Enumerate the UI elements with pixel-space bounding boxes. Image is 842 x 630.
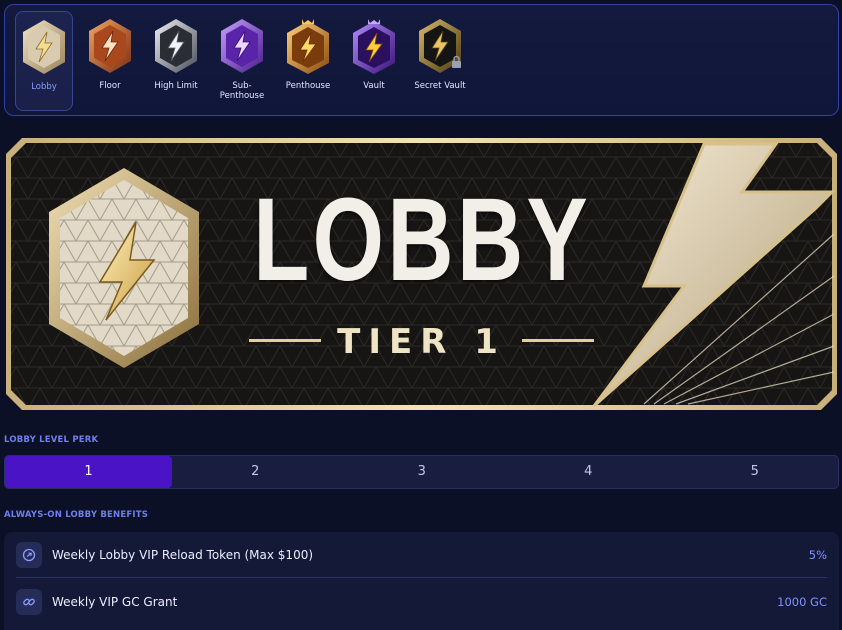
tier-label: Sub-Penthouse (219, 81, 265, 101)
benefit-label: Weekly VIP GC Grant (52, 595, 178, 609)
tier-selector: Lobby Floor High Limit Sub-Penthouse Pen… (4, 4, 839, 116)
floor-badge-icon (89, 19, 131, 73)
benefit-value: 5% (808, 547, 827, 562)
perk-section-heading: LOBBY LEVEL PERK (4, 435, 99, 445)
lobby-badge-icon (23, 20, 65, 74)
tier-lobby[interactable]: Lobby (15, 11, 73, 111)
sub-penthouse-badge-icon (221, 19, 263, 73)
tier-label: Secret Vault (414, 81, 466, 91)
tier-penthouse[interactable]: Penthouse (279, 11, 337, 111)
perk-tab-4[interactable]: 4 (505, 456, 672, 488)
tier-label: Floor (99, 81, 121, 91)
perk-tab-2[interactable]: 2 (172, 456, 339, 488)
tier-sub-penthouse[interactable]: Sub-Penthouse (213, 11, 271, 111)
benefit-value: 1000 GC (777, 595, 827, 609)
perk-tab-3[interactable]: 3 (339, 456, 506, 488)
subtitle-rule-left (249, 339, 322, 342)
tier-floor[interactable]: Floor (81, 11, 139, 111)
list-item: Weekly VIP GC Grant 1000 GC (16, 579, 827, 625)
perk-tab-1[interactable]: 1 (5, 456, 172, 488)
banner-subtitle-text: TIER 1 (337, 322, 506, 362)
vault-badge-icon (353, 19, 395, 74)
reload-token-icon (16, 541, 42, 568)
banner-subtitle: TIER 1 (4, 322, 839, 362)
tier-label: Vault (363, 81, 385, 91)
tier-label: Lobby (31, 82, 57, 92)
tier-vault[interactable]: Vault (345, 11, 403, 111)
penthouse-badge-icon (287, 19, 329, 74)
perk-level-tabs: 1 2 3 4 5 (4, 455, 839, 489)
subtitle-rule-right (521, 339, 594, 342)
link-coin-icon (16, 589, 42, 615)
list-item: Weekly Lobby VIP Reload Token (Max $100)… (16, 532, 827, 578)
tier-banner: LOBBY TIER 1 (4, 136, 839, 412)
tier-high-limit[interactable]: High Limit (147, 11, 205, 111)
benefit-label: Weekly Lobby VIP Reload Token (Max $100) (52, 547, 314, 562)
tier-label: High Limit (154, 81, 198, 91)
secret-vault-badge-icon (419, 19, 461, 73)
tier-label: Penthouse (285, 81, 331, 91)
benefits-section-heading: ALWAYS-ON LOBBY BENEFITS (4, 510, 149, 520)
banner-title: LOBBY (253, 174, 591, 306)
tier-secret-vault[interactable]: Secret Vault (411, 11, 469, 111)
benefits-list: Weekly Lobby VIP Reload Token (Max $100)… (4, 532, 839, 630)
high-limit-badge-icon (155, 19, 197, 73)
perk-tab-5[interactable]: 5 (672, 456, 839, 488)
